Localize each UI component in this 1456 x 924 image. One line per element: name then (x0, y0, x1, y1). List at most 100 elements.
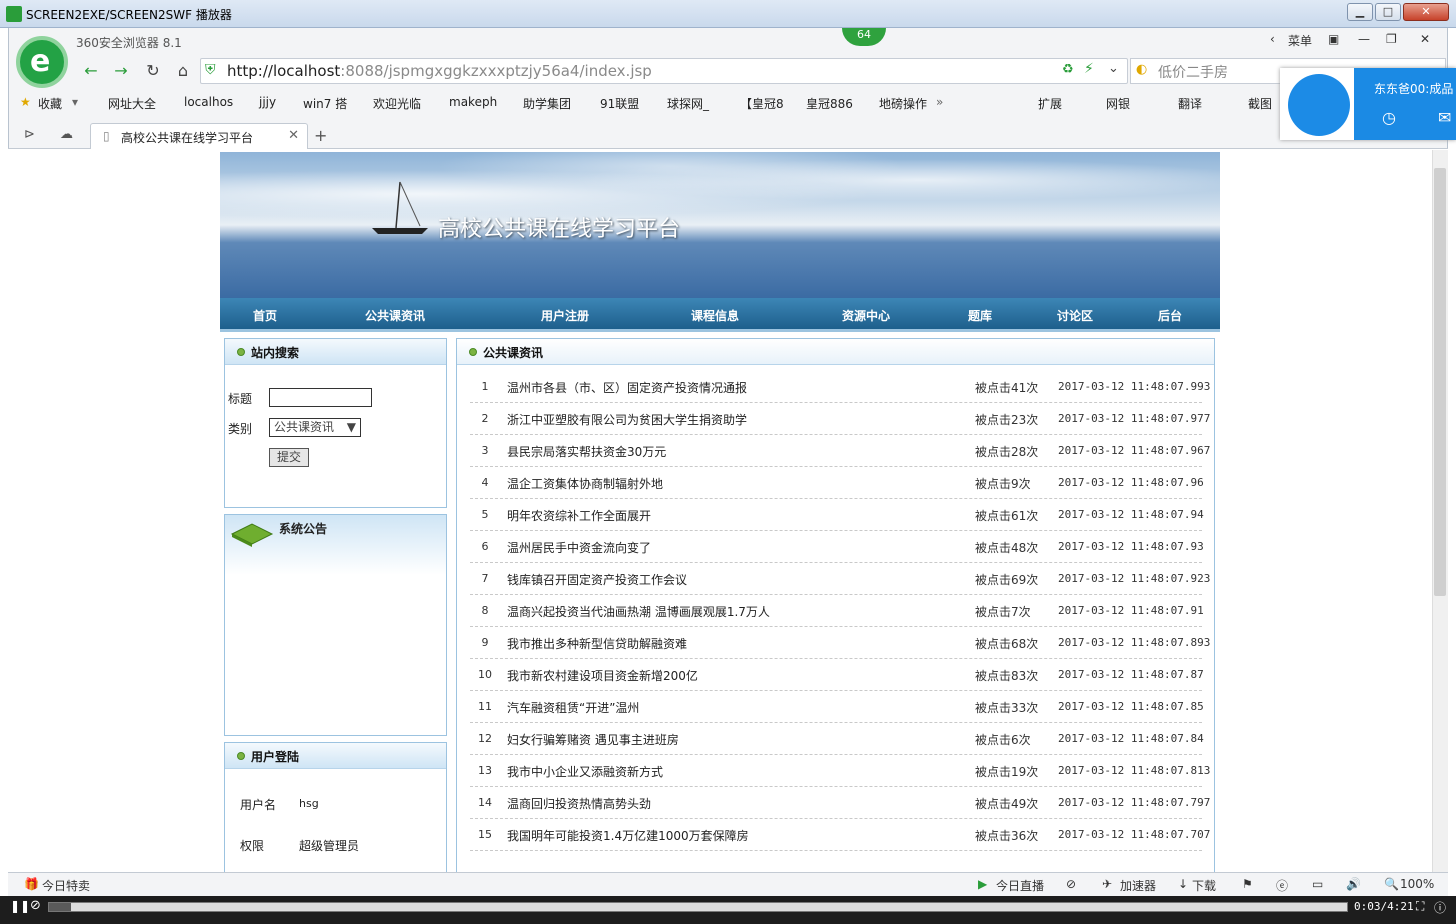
bookmark-item[interactable]: jjjy (259, 95, 276, 109)
news-title-link[interactable]: 我市推出多种新型信贷助解融资难 (507, 635, 687, 652)
chevron-down-icon[interactable]: ▾ (72, 95, 78, 109)
forward-arrow-icon[interactable]: → (108, 60, 134, 82)
more-bookmarks-icon[interactable]: » (936, 95, 943, 109)
title-input[interactable] (269, 388, 372, 407)
search-input[interactable]: 低价二手房 (1158, 62, 1228, 82)
new-tab-button[interactable]: + (314, 126, 327, 145)
recycle-icon[interactable]: ♻ (1062, 62, 1074, 77)
maximize-button[interactable]: □ (1375, 3, 1401, 21)
rocket-icon: ✈ (1102, 877, 1113, 891)
row-number: 8 (481, 604, 489, 617)
accelerator-link[interactable]: 加速器 (1120, 877, 1156, 894)
news-title-link[interactable]: 浙江中亚塑胶有限公司为贫困大学生捐资助学 (507, 411, 747, 428)
news-title-link[interactable]: 县民宗局落实帮扶资金30万元 (507, 443, 666, 460)
bookmark-item[interactable]: 助学集团 (523, 95, 571, 112)
extension-item[interactable]: 扩展 (1038, 95, 1062, 112)
nav-forum[interactable]: 讨论区 (1057, 307, 1093, 324)
news-title-link[interactable]: 温商回归投资热情高势头劲 (507, 795, 651, 812)
news-title-link[interactable]: 我市中小企业又添融资新方式 (507, 763, 663, 780)
bookmark-item[interactable]: 收藏 (38, 95, 62, 112)
scrollbar-thumb[interactable] (1434, 168, 1446, 596)
seek-bar[interactable] (48, 902, 1348, 912)
lightning-icon[interactable]: ⚡ (1084, 61, 1094, 77)
zoom-level[interactable]: 100% (1400, 877, 1434, 891)
speaker-icon[interactable]: 🔊 (1346, 877, 1361, 891)
news-date: 2017-03-12 11:48:07.91 (1058, 604, 1204, 617)
url-text[interactable]: http://localhost:8088/jspmgxggkzxxxptzjy… (227, 62, 652, 80)
bookmark-item[interactable]: localhos (184, 95, 233, 109)
daily-deals-link[interactable]: 今日特卖 (42, 877, 90, 894)
mail-icon[interactable]: ✉ (1438, 108, 1451, 127)
bookmark-item[interactable]: 91联盟 (600, 95, 639, 112)
news-title-link[interactable]: 钱库镇召开固定资产投资工作会议 (507, 571, 687, 588)
username-value: hsg (299, 797, 319, 810)
info-icon[interactable]: ⓘ (1434, 899, 1446, 916)
back-chevron-icon[interactable]: ‹ (1270, 32, 1275, 46)
news-title-link[interactable]: 我国明年可能投资1.4万亿建1000万套保障房 (507, 827, 749, 844)
click-count: 被点击83次 (975, 669, 1039, 683)
browser-minimize-button[interactable]: — (1358, 32, 1370, 46)
browser-close-button[interactable]: ✕ (1420, 32, 1430, 46)
flag-icon[interactable]: ⚑ (1242, 877, 1253, 891)
news-title-link[interactable]: 温州市各县（市、区）固定资产投资情况通报 (507, 379, 747, 396)
news-title-link[interactable]: 温州居民手中资金流向变了 (507, 539, 651, 556)
cloud-icon[interactable]: ☁ (60, 127, 73, 142)
menu-button[interactable]: 菜单 (1288, 32, 1312, 49)
tab-active[interactable]: ▯ 高校公共课在线学习平台 ✕ (90, 123, 308, 149)
bookmark-item[interactable]: 欢迎光临 (373, 95, 421, 112)
news-title-link[interactable]: 妇女行骗筹赌资 遇见事主进班房 (507, 731, 679, 748)
bullet-icon (469, 348, 477, 356)
back-arrow-icon[interactable]: ← (78, 60, 104, 82)
download-arrow-icon: ↓ (1178, 877, 1189, 891)
click-count: 被点击28次 (975, 445, 1039, 459)
nav-resources[interactable]: 资源中心 (842, 307, 890, 324)
bookmark-item[interactable]: makeph (449, 95, 497, 109)
nav-courses[interactable]: 课程信息 (691, 307, 739, 324)
reload-icon[interactable]: ↻ (140, 60, 166, 82)
bookmark-item[interactable]: 【皇冠8 (740, 95, 784, 112)
news-title-link[interactable]: 汽车融资租赁“开进”温州 (507, 699, 639, 716)
bookmark-item[interactable]: 皇冠886 (806, 95, 853, 112)
news-date: 2017-03-12 11:48:07.85 (1058, 700, 1204, 713)
click-count: 被点击33次 (975, 701, 1039, 715)
extension-item[interactable]: 网银 (1106, 95, 1130, 112)
nav-news[interactable]: 公共课资讯 (365, 307, 425, 324)
close-tab-icon[interactable]: ✕ (288, 128, 299, 143)
pause-icon[interactable]: ❚❚ (10, 899, 30, 913)
notification-popup[interactable]: 东东爸00:成品 ◷ ✉ (1280, 68, 1456, 140)
bookmark-item[interactable]: 球探网_ (667, 95, 709, 112)
skin-icon[interactable]: ▣ (1328, 32, 1339, 46)
nav-admin[interactable]: 后台 (1158, 307, 1182, 324)
nav-home[interactable]: 首页 (253, 307, 277, 324)
search-engine-icon[interactable]: ◐ (1136, 62, 1147, 77)
clock-icon[interactable]: ◷ (1382, 108, 1396, 127)
extension-item[interactable]: 截图 (1248, 95, 1272, 112)
submit-button[interactable]: 提交 (269, 448, 309, 467)
news-date: 2017-03-12 11:48:07.94 (1058, 508, 1204, 521)
stop-icon[interactable]: ⊘ (30, 898, 41, 913)
fullscreen-icon[interactable]: ⛶ (1416, 899, 1424, 914)
sidebar-toggle-icon[interactable]: ⊳ (24, 127, 35, 142)
close-button[interactable]: ✕ (1403, 3, 1449, 21)
ie-icon[interactable]: ⓔ (1276, 877, 1288, 894)
live-link[interactable]: 今日直播 (996, 877, 1044, 894)
type-select[interactable]: 公共课资讯 ▼ (269, 418, 361, 437)
news-title-link[interactable]: 我市新农村建设项目资金新增200亿 (507, 667, 698, 684)
nav-register[interactable]: 用户注册 (541, 307, 589, 324)
bookmark-item[interactable]: 地磅操作 (879, 95, 927, 112)
compat-icon[interactable]: ⊘ (1066, 877, 1076, 891)
news-title-link[interactable]: 温商兴起投资当代油画热潮 温博画展观展1.7万人 (507, 603, 770, 620)
nav-question-bank[interactable]: 题库 (968, 307, 992, 324)
download-link[interactable]: 下载 (1192, 877, 1216, 894)
playback-time: 0:03/4:21 (1354, 900, 1414, 913)
dropdown-chevron-icon[interactable]: ⌄ (1108, 61, 1119, 76)
home-icon[interactable]: ⌂ (170, 60, 196, 82)
browser-restore-button[interactable]: ❐ (1386, 32, 1397, 46)
extension-item[interactable]: 翻译 (1178, 95, 1202, 112)
window-icon[interactable]: ▭ (1312, 877, 1323, 891)
bookmark-item[interactable]: win7 搭 (303, 95, 347, 112)
bookmark-item[interactable]: 网址大全 (108, 95, 156, 112)
minimize-button[interactable]: ▁ (1347, 3, 1373, 21)
news-title-link[interactable]: 明年农资综补工作全面展开 (507, 507, 651, 524)
news-title-link[interactable]: 温企工资集体协商制辐射外地 (507, 475, 663, 492)
